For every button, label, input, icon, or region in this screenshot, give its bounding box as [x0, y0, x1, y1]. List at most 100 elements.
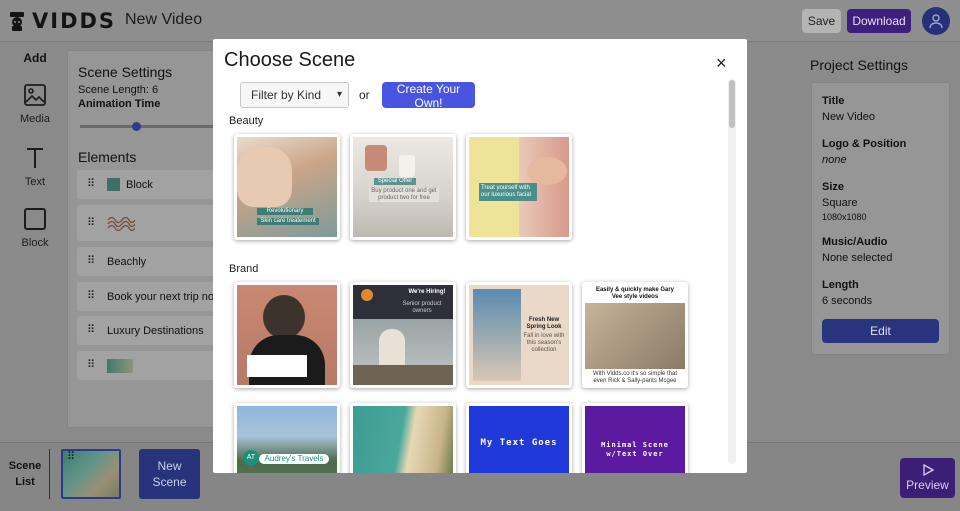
block-label: Block — [21, 237, 49, 249]
add-block-button[interactable]: Block — [0, 207, 70, 249]
template-caption: Fresh New Spring Look — [526, 317, 562, 330]
length-value: 6 seconds — [822, 295, 873, 307]
title-value: New Video — [822, 111, 875, 123]
length-key: Length — [822, 279, 859, 291]
scene-template-tile[interactable]: We're Hiring! Senior product owners — [350, 282, 456, 388]
music-value: None selected — [822, 252, 893, 264]
scene-template-tile[interactable]: Easily & quickly make Gary Vee style vid… — [582, 282, 688, 388]
drag-handle-icon[interactable]: ⠿ — [87, 360, 107, 371]
preview-label: Preview — [906, 478, 949, 492]
image-thumbnail — [107, 358, 133, 373]
scene-settings-title: Scene Settings — [78, 64, 173, 80]
template-text-block — [247, 355, 307, 377]
preview-button[interactable]: Preview — [900, 458, 955, 498]
save-button[interactable]: Save — [802, 9, 841, 33]
scene-template-tile[interactable]: Minimal Scene w/Text Over — [582, 403, 688, 473]
drag-handle-icon[interactable]: ⠿ — [87, 325, 107, 336]
new-scene-line1: New — [157, 459, 182, 473]
add-media-button[interactable]: Media — [0, 83, 70, 125]
play-icon — [922, 464, 934, 476]
scene-template-tile[interactable]: Treat yourself with our luxurious facial — [466, 134, 572, 240]
element-label: Beachly — [107, 255, 147, 268]
template-photo — [237, 147, 292, 207]
scene-template-tile[interactable]: Special Offer Buy product one and get pr… — [350, 134, 456, 240]
logo[interactable]: VIDDS — [8, 9, 116, 33]
element-row-luxury[interactable]: ⠿ Luxury Destinations — [77, 316, 227, 345]
music-key: Music/Audio — [822, 236, 888, 248]
modal-scrollbar[interactable] — [728, 79, 736, 464]
template-caption: Special Offer — [374, 178, 416, 185]
scene-length: Scene Length: 6 — [78, 84, 159, 96]
slider-knob[interactable] — [132, 122, 141, 131]
template-photo — [399, 155, 415, 177]
modal-title: Choose Scene — [224, 49, 356, 71]
text-label: Text — [24, 176, 46, 188]
media-label: Media — [20, 113, 50, 125]
template-caption: My Text Goes — [480, 438, 558, 448]
template-logo-badge: AT — [243, 450, 259, 466]
animation-time-slider[interactable] — [80, 122, 220, 131]
size-key: Size — [822, 181, 845, 193]
drag-handle-icon[interactable]: ⠿ — [87, 291, 107, 302]
create-your-own-button[interactable]: Create Your Own! — [382, 82, 475, 110]
scene-template-tile[interactable] — [350, 403, 456, 473]
brand-name: VIDDS — [32, 9, 117, 33]
element-row-squiggle[interactable]: ⠿ — [77, 205, 227, 241]
add-toolbar: Add Media Text Block — [0, 43, 70, 441]
template-caption: Easily & quickly make Gary Vee style vid… — [595, 287, 675, 300]
template-photo — [473, 289, 521, 381]
template-logo-dot — [361, 289, 373, 301]
element-row-block[interactable]: ⠿ Block — [77, 170, 227, 199]
drag-handle-icon[interactable]: ⠿ — [87, 217, 107, 228]
text-t-icon — [27, 148, 43, 168]
new-scene-button[interactable]: New Scene — [139, 449, 200, 499]
element-row-beachly[interactable]: ⠿ Beachly — [77, 247, 227, 276]
category-beauty: Beauty — [229, 115, 264, 127]
drag-handle-icon[interactable]: ⠿ — [87, 256, 107, 267]
filter-kind-select[interactable]: Filter by Kind ▾ — [240, 82, 349, 108]
project-settings-title: Project Settings — [810, 57, 909, 73]
logo-position-key: Logo & Position — [822, 138, 907, 150]
size-value: Square — [822, 197, 858, 209]
add-text-button[interactable]: Text — [0, 146, 70, 188]
user-icon — [929, 14, 943, 29]
scene-template-tile[interactable] — [234, 282, 340, 388]
template-caption: Minimal Scene w/Text Over — [601, 441, 669, 458]
drag-handle-icon[interactable]: ⠿ — [87, 179, 107, 190]
drag-handle-icon[interactable]: ⠿ — [67, 452, 75, 463]
square-icon — [24, 208, 46, 230]
template-caption: Senior product owners — [402, 301, 442, 314]
template-caption: With Vidds.co it's so simple that even R… — [592, 371, 678, 384]
top-bar: VIDDS New Video Save Download — [0, 0, 960, 42]
category-brand: Brand — [229, 263, 259, 275]
filter-kind-value: Filter by Kind — [251, 88, 322, 102]
template-photo — [527, 157, 567, 185]
scene-thumbnail[interactable]: ⠿ — [61, 449, 121, 499]
scene-template-tile[interactable]: Fresh New Spring Look Fall in love with … — [466, 282, 572, 388]
squiggle-shape-icon — [107, 216, 135, 231]
close-icon[interactable]: × — [716, 53, 727, 74]
template-caption: Buy product one and get product two for … — [369, 188, 439, 202]
template-caption: Skin care treatement — [257, 218, 319, 225]
scrollbar-thumb[interactable] — [729, 80, 735, 128]
template-photo — [585, 303, 685, 369]
scene-template-tile[interactable]: My Text Goes — [466, 403, 572, 473]
edit-project-button[interactable]: Edit — [822, 319, 939, 343]
template-caption: Treat yourself with our luxurious facial — [479, 183, 537, 201]
user-avatar-button[interactable] — [922, 7, 950, 35]
template-caption: Audrey's Travels — [259, 454, 329, 464]
scene-template-tile[interactable]: Revolutionary Skin care treatement — [234, 134, 340, 240]
project-settings-panel: Title New Video Logo & Position none Siz… — [811, 82, 950, 355]
document-title[interactable]: New Video — [125, 11, 202, 29]
template-photo — [365, 145, 387, 171]
scene-settings-panel: Scene Settings Scene Length: 6 Animation… — [67, 50, 227, 428]
download-button[interactable]: Download — [847, 9, 911, 33]
chevron-down-icon: ▾ — [336, 89, 342, 100]
choose-scene-modal: Choose Scene × Filter by Kind ▾ or Creat… — [213, 39, 747, 473]
element-row-book-trip[interactable]: ⠿ Book your next trip now — [77, 282, 227, 311]
template-photo — [353, 365, 453, 385]
element-row-image[interactable]: ⠿ — [77, 351, 227, 380]
scene-template-tile[interactable]: AT Audrey's Travels — [234, 403, 340, 473]
or-text: or — [359, 88, 370, 102]
new-scene-line2: Scene — [152, 475, 187, 489]
